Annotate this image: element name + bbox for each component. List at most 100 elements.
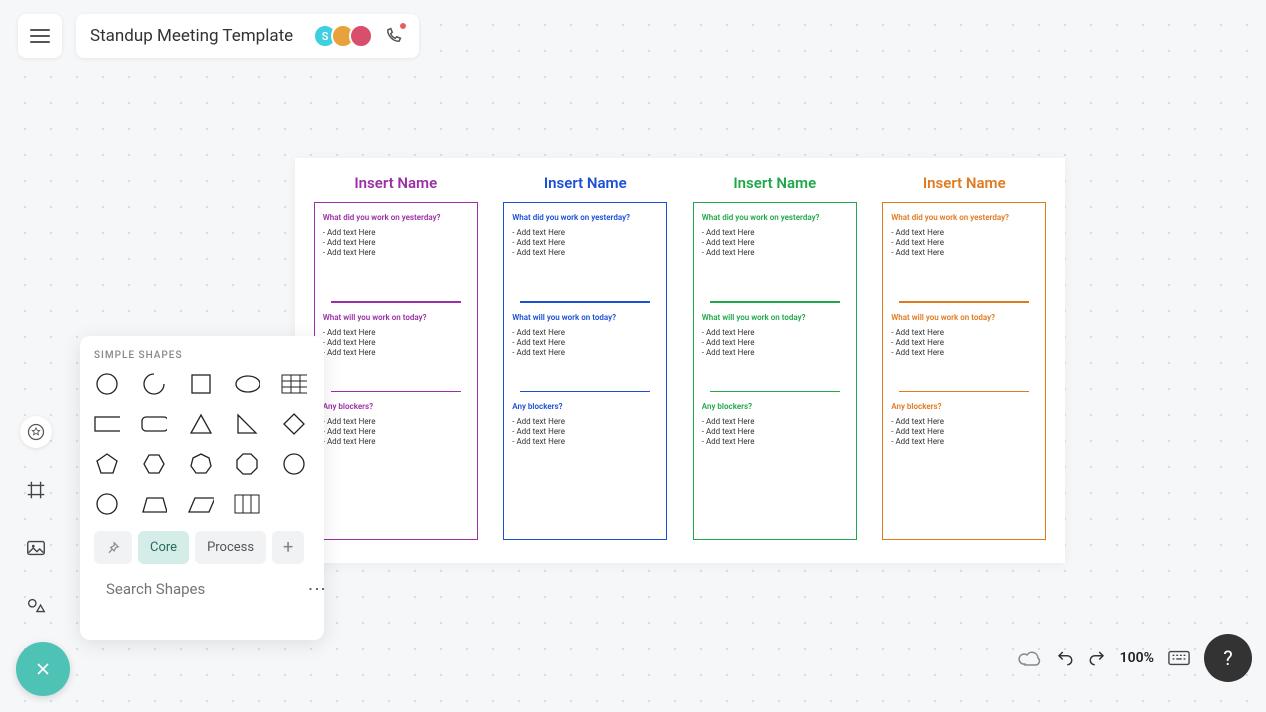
shape-diamond[interactable]: [281, 411, 307, 437]
bullet-item[interactable]: Add text Here: [512, 437, 658, 446]
standup-column[interactable]: Insert Name What did you work on yesterda…: [496, 166, 674, 555]
bullet-item[interactable]: Add text Here: [891, 328, 1037, 337]
pin-tab[interactable]: [94, 531, 132, 564]
shape-search-input[interactable]: [106, 580, 305, 598]
column-body[interactable]: What did you work on yesterday?Add text …: [314, 202, 478, 540]
bullet-item[interactable]: Add text Here: [323, 437, 469, 446]
bullet-item[interactable]: Add text Here: [702, 248, 848, 257]
keyboard-shortcuts-button[interactable]: [1168, 650, 1190, 666]
bullet-item[interactable]: Add text Here: [891, 437, 1037, 446]
bullet-item[interactable]: Add text Here: [702, 417, 848, 426]
bullet-item[interactable]: Add text Here: [702, 238, 848, 247]
shape-rectangle[interactable]: [94, 411, 120, 437]
bullet-item[interactable]: Add text Here: [702, 348, 848, 357]
shape-triangle[interactable]: [188, 411, 214, 437]
collaborator-avatars: S: [313, 24, 405, 48]
bullet-item[interactable]: Add text Here: [702, 427, 848, 436]
bullet-item[interactable]: Add text Here: [512, 328, 658, 337]
section-question: What will you work on today?: [702, 313, 848, 322]
bullet-item[interactable]: Add text Here: [702, 328, 848, 337]
shape-arc[interactable]: [141, 371, 167, 397]
shape-trapezoid[interactable]: [141, 491, 167, 517]
bullet-item[interactable]: Add text Here: [512, 417, 658, 426]
process-tab[interactable]: Process: [195, 531, 266, 564]
canvas-board[interactable]: Insert Name What did you work on yesterda…: [295, 158, 1065, 563]
column-body[interactable]: What did you work on yesterday? Add text …: [693, 202, 857, 540]
help-button[interactable]: ?: [1204, 634, 1252, 682]
avatar[interactable]: [349, 24, 373, 48]
bullet-item[interactable]: Add text Here: [891, 228, 1037, 237]
bullet-item[interactable]: Add text Here: [891, 238, 1037, 247]
shape-hexagon[interactable]: [141, 451, 167, 477]
bullet-item[interactable]: Add text Here: [702, 437, 848, 446]
cloud-sync-button[interactable]: [1018, 649, 1042, 667]
shape-ellipse[interactable]: [234, 371, 260, 397]
bullet-item[interactable]: Add text Here: [323, 348, 469, 357]
shape-heptagon[interactable]: [188, 451, 214, 477]
undo-button[interactable]: [1056, 649, 1074, 667]
standup-column[interactable]: Insert Name What did you work on yesterda…: [686, 166, 864, 555]
call-button[interactable]: [381, 24, 405, 48]
undo-icon: [1056, 649, 1074, 667]
column-title[interactable]: Insert Name: [923, 174, 1006, 192]
zoom-level[interactable]: 100%: [1120, 650, 1154, 666]
bullet-item[interactable]: Add text Here: [702, 228, 848, 237]
bullet-list: Add text HereAdd text HereAdd text Here: [891, 417, 1037, 446]
add-category-tab[interactable]: +: [272, 531, 304, 564]
bullet-item[interactable]: Add text Here: [512, 427, 658, 436]
column-title[interactable]: Insert Name: [733, 174, 816, 192]
column-title[interactable]: Insert Name: [544, 174, 627, 192]
bullet-item[interactable]: Add text Here: [891, 417, 1037, 426]
bullet-item[interactable]: Add text Here: [323, 417, 469, 426]
bullet-item[interactable]: Add text Here: [891, 338, 1037, 347]
bullet-item[interactable]: Add text Here: [512, 348, 658, 357]
bullet-item[interactable]: Add text Here: [891, 427, 1037, 436]
more-options-button[interactable]: ⋮: [313, 580, 320, 598]
bullet-item[interactable]: Add text Here: [323, 248, 469, 257]
shape-grid[interactable]: [234, 491, 260, 517]
bullet-item[interactable]: Add text Here: [323, 427, 469, 436]
bullet-item[interactable]: Add text Here: [512, 238, 658, 247]
close-panel-button[interactable]: [16, 642, 70, 696]
shape-parallelogram[interactable]: [188, 491, 214, 517]
image-tool-button[interactable]: [20, 532, 52, 564]
panel-title: SIMPLE SHAPES: [94, 350, 310, 361]
shapes-tool-button[interactable]: [20, 416, 52, 448]
shape-octagon[interactable]: [234, 451, 260, 477]
shape-circle[interactable]: [94, 371, 120, 397]
bullet-item[interactable]: Add text Here: [512, 338, 658, 347]
cloud-icon: [1018, 649, 1042, 667]
frame-icon: [25, 479, 47, 501]
bullet-item[interactable]: Add text Here: [323, 328, 469, 337]
bullet-item[interactable]: Add text Here: [891, 348, 1037, 357]
main-menu-button[interactable]: [18, 14, 62, 58]
bullet-item[interactable]: Add text Here: [891, 248, 1037, 257]
standup-column[interactable]: Insert Name What did you work on yesterda…: [875, 166, 1053, 555]
bullet-item[interactable]: Add text Here: [323, 228, 469, 237]
shape-circle-alt[interactable]: [281, 451, 307, 477]
bullet-list: Add text HereAdd text HereAdd text Here: [702, 417, 848, 446]
shape-square[interactable]: [188, 371, 214, 397]
bullet-item[interactable]: Add text Here: [323, 338, 469, 347]
bullet-item[interactable]: Add text Here: [512, 248, 658, 257]
shape-rounded-poly[interactable]: [94, 491, 120, 517]
section-question: What did you work on yesterday?: [702, 213, 848, 222]
shape-rounded-rect[interactable]: [141, 411, 167, 437]
bullet-item[interactable]: Add text Here: [512, 228, 658, 237]
redo-button[interactable]: [1088, 649, 1106, 667]
bullet-item[interactable]: Add text Here: [702, 338, 848, 347]
shapes-library-button[interactable]: [20, 590, 52, 622]
column-body[interactable]: What did you work on yesterday?Add text …: [503, 202, 667, 540]
frame-tool-button[interactable]: [20, 474, 52, 506]
shape-right-triangle[interactable]: [234, 411, 260, 437]
shape-table[interactable]: [281, 371, 307, 397]
shape-pentagon[interactable]: [94, 451, 120, 477]
shape-search-row: ⋮: [94, 574, 310, 604]
column-body[interactable]: What did you work on yesterday?Add text …: [882, 202, 1046, 540]
document-title-chip[interactable]: Standup Meeting Template S: [76, 14, 419, 58]
standup-column[interactable]: Insert Name What did you work on yesterda…: [307, 166, 485, 555]
column-title[interactable]: Insert Name: [354, 174, 437, 192]
bullet-item[interactable]: Add text Here: [323, 238, 469, 247]
shape-empty: [281, 491, 307, 517]
core-tab[interactable]: Core: [138, 531, 189, 564]
